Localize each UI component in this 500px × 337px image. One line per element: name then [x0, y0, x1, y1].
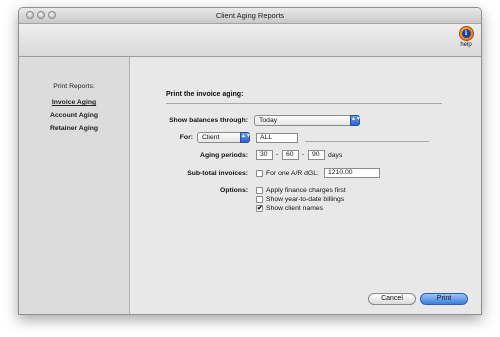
client-names-checkbox[interactable]: ✔ — [256, 205, 263, 212]
help-button[interactable]: i help — [455, 26, 477, 48]
print-button[interactable]: Print — [420, 293, 468, 305]
for-value-field[interactable]: ALL — [256, 133, 298, 143]
for-divider — [305, 141, 429, 142]
sidebar: Print Reports: Invoice Aging Account Agi… — [19, 57, 130, 314]
subtotal-label: Sub-total invoices: — [187, 170, 248, 177]
aging-separator-1: - — [276, 151, 279, 158]
show-balances-popup[interactable]: Today ▲▼ — [254, 115, 361, 126]
ytd-billings-label: Show year-to-date billings — [266, 196, 345, 203]
section-divider — [166, 103, 442, 104]
for-type-value: Client — [202, 134, 220, 141]
report-window: Client Aging Reports i help Print Report… — [18, 7, 482, 315]
popup-arrows-icon: ▲▼ — [240, 132, 251, 143]
show-balances-value: Today — [259, 117, 278, 124]
for-type-popup[interactable]: Client ▲▼ — [197, 132, 251, 143]
ytd-billings-checkbox[interactable] — [256, 196, 263, 203]
aging-separator-2: - — [302, 151, 305, 158]
subtotal-checkbox[interactable] — [256, 170, 263, 177]
checkmark-icon: ✔ — [257, 205, 263, 212]
finance-charges-checkbox[interactable] — [256, 187, 263, 194]
subtotal-gl-field[interactable]: 1210.00 — [324, 168, 380, 178]
aging-period-3-field[interactable]: 90 — [308, 150, 325, 160]
help-label: help — [460, 42, 472, 48]
options-label: Options: — [220, 187, 248, 194]
sidebar-item-invoice-aging[interactable]: Invoice Aging — [19, 99, 129, 106]
aging-periods-label: Aging periods: — [200, 152, 248, 159]
title-bar[interactable]: Client Aging Reports — [19, 8, 481, 24]
finance-charges-label: Apply finance charges first — [266, 187, 346, 194]
main-panel: Print the invoice aging: Show balances t… — [130, 57, 481, 314]
cancel-button[interactable]: Cancel — [368, 293, 416, 305]
section-title: Print the invoice aging: — [166, 91, 244, 98]
popup-arrows-icon: ▲▼ — [350, 115, 361, 126]
aging-period-2-field[interactable]: 60 — [282, 150, 299, 160]
show-balances-label: Show balances through: — [169, 117, 248, 124]
sidebar-heading: Print Reports: — [53, 83, 95, 90]
help-icon-glyph: i — [461, 29, 471, 38]
window-title: Client Aging Reports — [215, 11, 285, 20]
aging-period-1-field[interactable]: 30 — [256, 150, 273, 160]
client-names-label: Show client names — [266, 205, 324, 212]
sidebar-item-retainer-aging[interactable]: Retainer Aging — [19, 125, 129, 132]
aging-unit-label: days — [328, 152, 343, 159]
help-icon[interactable]: i — [458, 26, 474, 41]
sidebar-item-account-aging[interactable]: Account Aging — [19, 112, 129, 119]
subtotal-checkbox-label: For one A/R dGL: — [266, 170, 319, 177]
for-label: For: — [179, 134, 193, 141]
toolbar: i help — [19, 24, 481, 57]
